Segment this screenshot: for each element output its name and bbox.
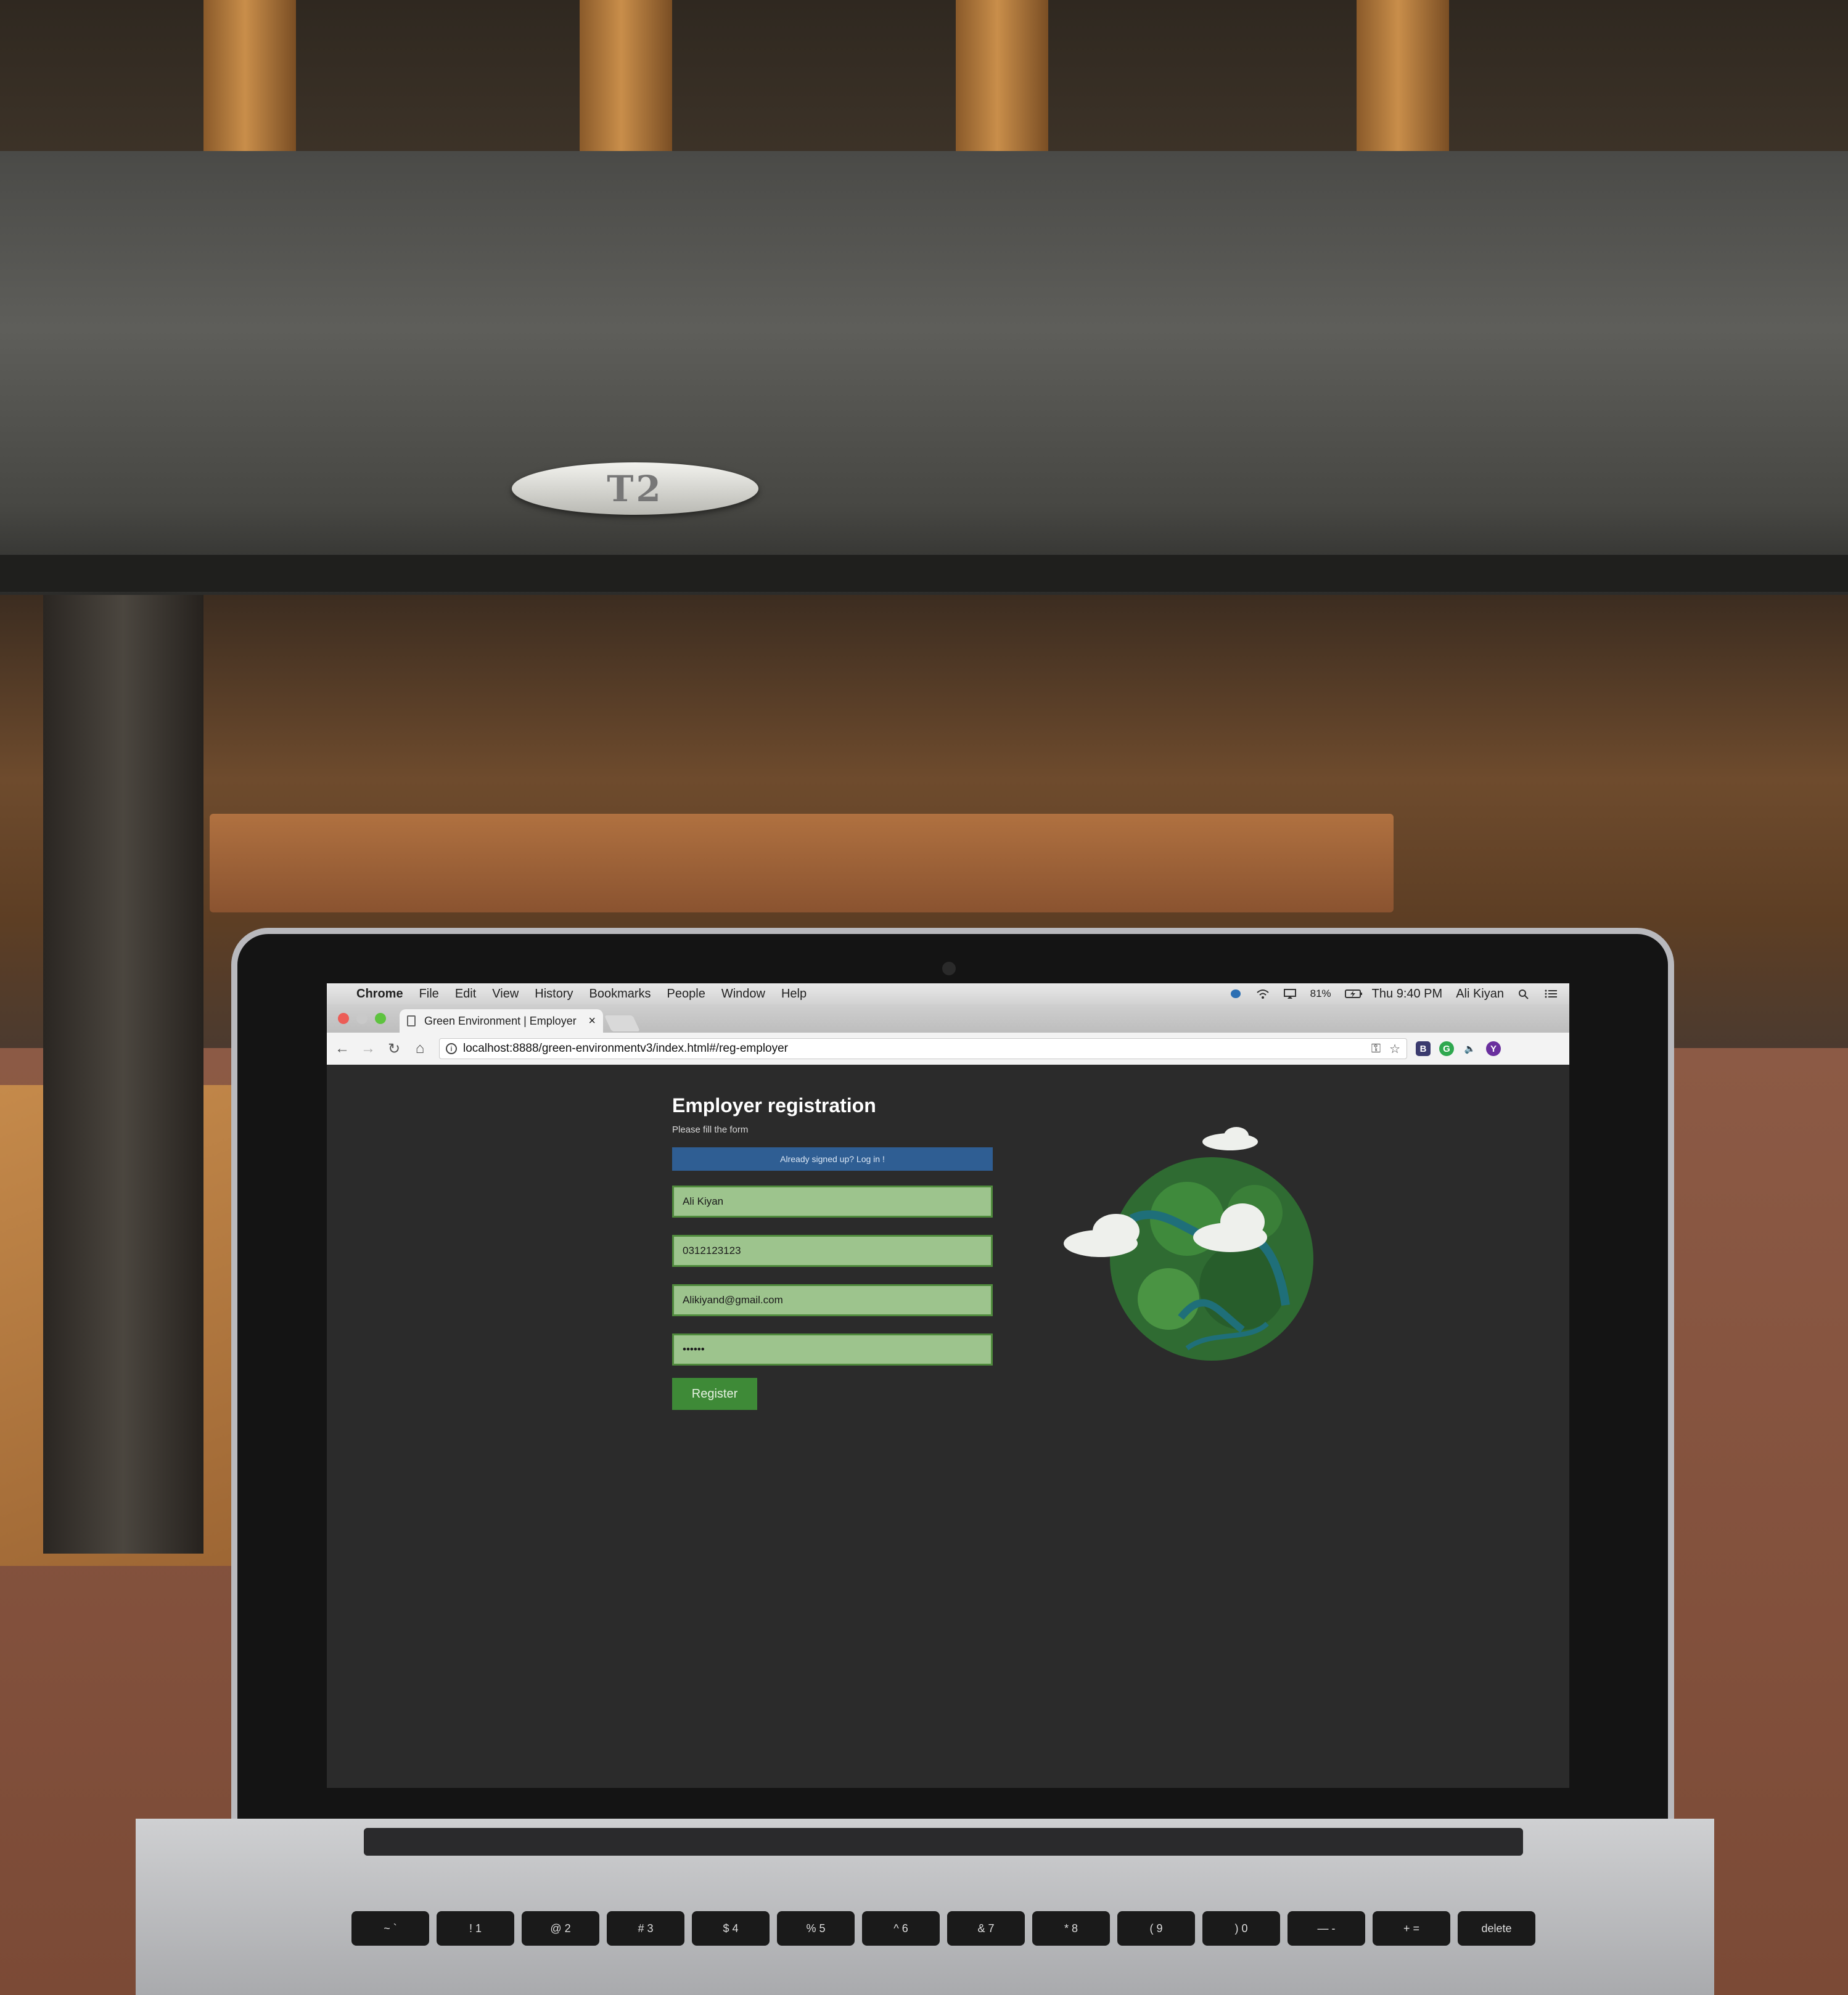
tab-title: Green Environment | Employer <box>424 1014 577 1027</box>
key[interactable]: $ 4 <box>692 1911 770 1946</box>
zoom-window-button[interactable] <box>375 1013 386 1024</box>
table-number-plaque: T2 <box>512 462 758 515</box>
window-controls <box>338 1013 386 1024</box>
form-subtitle: Please fill the form <box>672 1124 749 1135</box>
key[interactable]: % 5 <box>777 1911 855 1946</box>
column <box>956 0 1048 154</box>
globe-illustration <box>1057 1126 1323 1373</box>
key[interactable]: ! 1 <box>437 1911 514 1946</box>
name-field[interactable] <box>672 1186 993 1218</box>
key[interactable]: # 3 <box>607 1911 684 1946</box>
key[interactable]: @ 2 <box>522 1911 599 1946</box>
menu-history[interactable]: History <box>535 987 573 1001</box>
password-key-icon[interactable]: ⚿ <box>1371 1042 1381 1056</box>
key[interactable]: — - <box>1287 1911 1365 1946</box>
key[interactable]: ) 0 <box>1202 1911 1280 1946</box>
column <box>203 0 296 154</box>
menu-help[interactable]: Help <box>781 987 807 1001</box>
battery-percent: 81% <box>1310 988 1331 999</box>
spotlight-search-icon[interactable] <box>1517 988 1531 999</box>
menu-clock[interactable]: Thu 9:40 PM <box>1372 987 1443 1001</box>
menu-people[interactable]: People <box>667 987 705 1001</box>
site-info-icon[interactable]: i <box>446 1043 457 1054</box>
password-field[interactable] <box>672 1333 993 1366</box>
browser-toolbar: ← → ↻ ⌂ i localhost:8888/green-environme… <box>327 1033 1569 1065</box>
extension-g-icon[interactable]: G <box>1439 1041 1454 1056</box>
lamp-rim <box>0 555 1848 592</box>
tab-strip: Green Environment | Employer × <box>327 1004 1569 1033</box>
forward-arrow-icon[interactable]: → <box>358 1040 379 1057</box>
delete-key[interactable]: delete <box>1458 1911 1535 1946</box>
lamp-post <box>43 592 203 1554</box>
speaker-extension-icon[interactable]: 🔈 <box>1463 1041 1477 1056</box>
address-bar[interactable]: i localhost:8888/green-environmentv3/ind… <box>439 1038 1407 1059</box>
email-field[interactable] <box>672 1284 993 1316</box>
menu-app-name[interactable]: Chrome <box>356 987 403 1001</box>
airplay-icon[interactable] <box>1283 988 1297 999</box>
laptop-screen: Chrome File Edit View History Bookmarks … <box>327 983 1569 1788</box>
notification-center-icon[interactable] <box>1545 988 1558 999</box>
page-content: Employer registration Please fill the fo… <box>327 1065 1569 1788</box>
menu-user[interactable]: Ali Kiyan <box>1456 987 1504 1001</box>
address-url[interactable]: localhost:8888/green-environmentv3/index… <box>463 1042 1363 1055</box>
back-arrow-icon[interactable]: ← <box>332 1040 353 1057</box>
bookmark-star-icon[interactable]: ☆ <box>1389 1041 1400 1057</box>
key[interactable]: ~ ` <box>351 1911 429 1946</box>
lamp-shade <box>0 151 1848 595</box>
keyboard: ~ ` ! 1 @ 2 # 3 $ 4 % 5 ^ 6 & 7 * 8 ( 9 … <box>351 1911 1554 1995</box>
extension-b-icon[interactable]: B <box>1416 1041 1431 1056</box>
webcam <box>942 962 956 975</box>
evernote-icon[interactable] <box>1229 988 1242 999</box>
column <box>580 0 672 154</box>
column <box>1357 0 1449 154</box>
minimize-window-button[interactable] <box>356 1013 368 1024</box>
page-title: Employer registration <box>672 1094 876 1116</box>
login-link-button[interactable]: Already signed up? Log in ! <box>672 1147 993 1171</box>
new-tab-button[interactable] <box>604 1015 641 1031</box>
menu-edit[interactable]: Edit <box>455 987 476 1001</box>
register-button[interactable]: Register <box>672 1378 757 1410</box>
laptop-hinge <box>364 1828 1523 1856</box>
key[interactable]: ( 9 <box>1117 1911 1195 1946</box>
plaque-text: T2 <box>607 467 663 510</box>
close-tab-icon[interactable]: × <box>588 1014 596 1028</box>
battery-icon[interactable] <box>1344 988 1362 999</box>
reload-icon[interactable]: ↻ <box>384 1040 405 1058</box>
employer-registration-form: Employer registration Please fill the fo… <box>672 1094 1017 1410</box>
key[interactable]: ^ 6 <box>862 1911 940 1946</box>
key[interactable]: * 8 <box>1032 1911 1110 1946</box>
menu-file[interactable]: File <box>419 987 439 1001</box>
key[interactable]: + = <box>1373 1911 1450 1946</box>
close-window-button[interactable] <box>338 1013 349 1024</box>
menu-view[interactable]: View <box>492 987 519 1001</box>
reading-table <box>210 814 1394 912</box>
home-icon[interactable]: ⌂ <box>409 1040 430 1057</box>
menu-bar: Chrome File Edit View History Bookmarks … <box>327 983 1569 1004</box>
phone-field[interactable] <box>672 1235 993 1267</box>
menu-window[interactable]: Window <box>721 987 765 1001</box>
menu-bookmarks[interactable]: Bookmarks <box>589 987 651 1001</box>
extension-y-icon[interactable]: Y <box>1486 1041 1501 1056</box>
wifi-icon[interactable] <box>1256 988 1270 999</box>
tab-green-environment[interactable]: Green Environment | Employer × <box>400 1009 603 1033</box>
page-icon <box>407 1015 416 1026</box>
key[interactable]: & 7 <box>947 1911 1025 1946</box>
